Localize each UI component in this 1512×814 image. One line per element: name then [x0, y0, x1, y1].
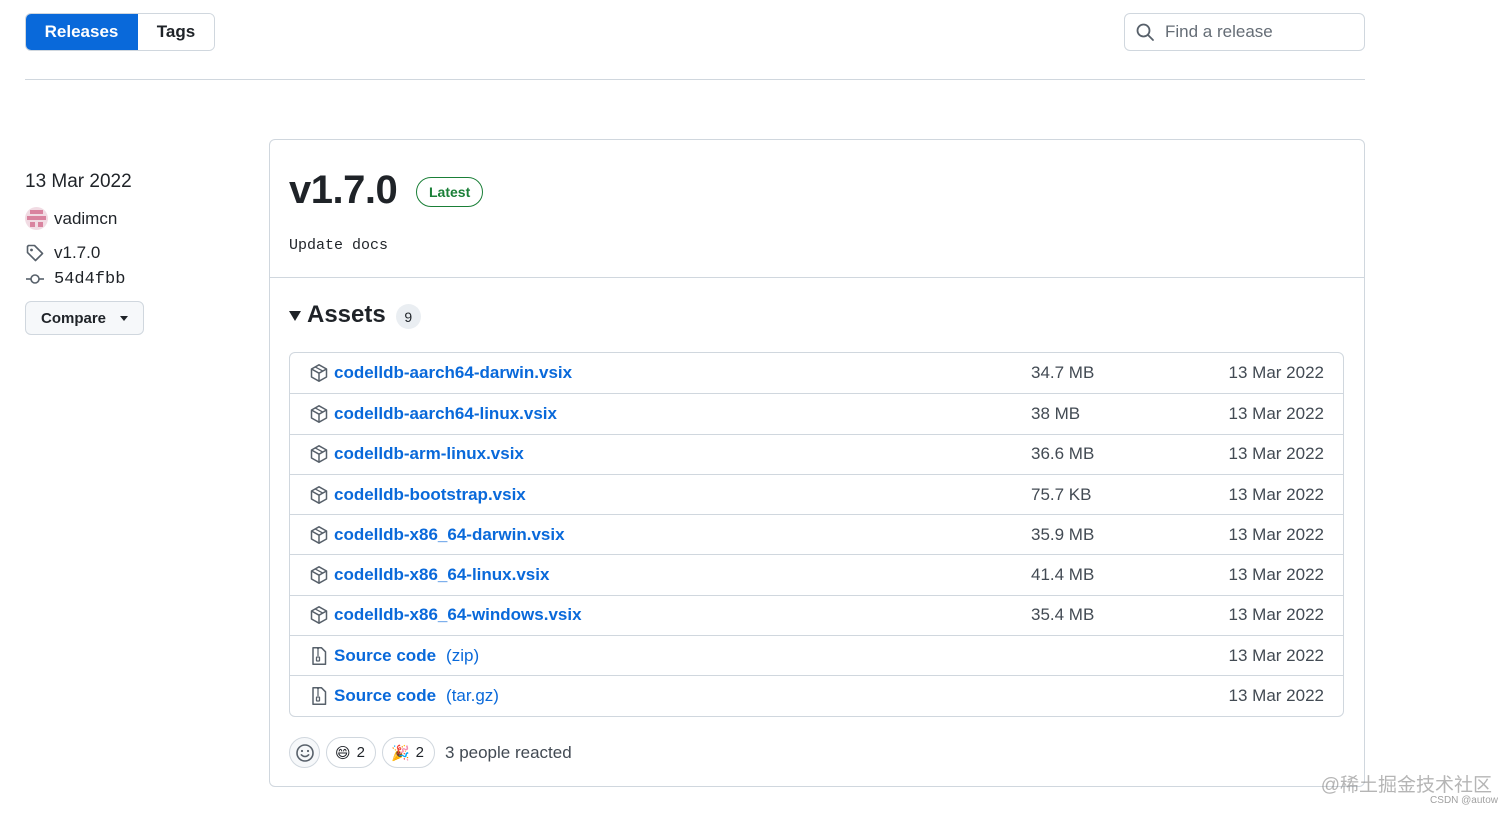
release-author[interactable]: vadimcn: [25, 207, 117, 230]
asset-date: 13 Mar 2022: [1228, 645, 1324, 665]
package-icon: [309, 525, 329, 545]
tag-icon: [26, 244, 44, 262]
tab-releases[interactable]: Releases: [26, 14, 138, 50]
asset-row: codelldb-aarch64-darwin.vsix 34.7 MB 13 Ma…: [290, 353, 1343, 393]
reaction-tada-button[interactable]: 🎉 2: [381, 737, 436, 768]
asset-size: 35.4 MB: [1031, 605, 1095, 625]
smiley-icon: [295, 743, 314, 762]
package-icon: [309, 444, 329, 464]
commit-icon: [26, 274, 44, 284]
tab-tags[interactable]: Tags: [138, 14, 214, 50]
asset-row: codelldb-bootstrap.vsix 75.7 KB 13 Mar 202…: [290, 473, 1343, 514]
asset-date: 13 Mar 2022: [1228, 363, 1324, 383]
package-icon: [309, 605, 329, 625]
file-zip-icon: [309, 686, 329, 706]
asset-row: codelldb-x86_64-windows.vsix 35.4 MB 13 Ma…: [290, 594, 1343, 635]
latest-badge: Latest: [416, 177, 484, 207]
package-icon: [309, 565, 329, 585]
package-icon: [309, 485, 329, 505]
asset-row: Source code (tar.gz) 13 Mar 2022: [290, 675, 1343, 715]
asset-download-link[interactable]: Source code: [334, 646, 436, 666]
assets-toggle[interactable]: Assets 9: [289, 300, 421, 329]
caret-down-icon: [289, 310, 301, 321]
asset-date: 13 Mar 2022: [1228, 524, 1324, 544]
file-zip-icon: [309, 646, 329, 666]
avatar[interactable]: [25, 207, 48, 230]
asset-date: 13 Mar 2022: [1228, 484, 1324, 504]
asset-row: codelldb-arm-linux.vsix 36.6 MB 13 Mar 202…: [290, 433, 1343, 474]
reaction-count: 2: [356, 744, 365, 761]
asset-download-link[interactable]: codelldb-arm-linux.vsix: [334, 444, 524, 464]
release-commit[interactable]: 54d4fbb: [25, 269, 125, 289]
asset-download-link[interactable]: codelldb-x86_64-windows.vsix: [334, 605, 582, 625]
release-card: v1.7.0 Latest Update docs Assets 9 codel…: [269, 139, 1365, 787]
reactions-bar: 😄 2 🎉 2 3 people reacted: [289, 737, 572, 768]
asset-download-link[interactable]: codelldb-x86_64-darwin.vsix: [334, 525, 565, 545]
assets-count-badge: 9: [395, 304, 421, 329]
asset-size: 34.7 MB: [1031, 363, 1095, 383]
header-divider: [25, 79, 1365, 80]
asset-format-label[interactable]: (zip): [446, 646, 479, 666]
release-tag[interactable]: v1.7.0: [25, 243, 100, 263]
search-icon: [1136, 23, 1154, 41]
asset-size: 38 MB: [1031, 403, 1081, 423]
release-tabs: Releases Tags: [25, 13, 215, 51]
author-name[interactable]: vadimcn: [54, 209, 117, 229]
asset-date: 13 Mar 2022: [1228, 686, 1324, 706]
release-title[interactable]: v1.7.0: [289, 168, 398, 213]
asset-row: Source code (zip) 13 Mar 2022: [290, 635, 1343, 675]
compare-label: Compare: [41, 309, 107, 327]
release-search[interactable]: [1124, 13, 1365, 51]
asset-size: 35.9 MB: [1031, 524, 1095, 544]
asset-download-link[interactable]: codelldb-aarch64-darwin.vsix: [334, 363, 572, 383]
asset-date: 13 Mar 2022: [1228, 565, 1324, 585]
reactions-summary[interactable]: 3 people reacted: [445, 743, 572, 763]
asset-download-link[interactable]: codelldb-aarch64-linux.vsix: [334, 404, 557, 424]
chevron-down-icon: [120, 315, 129, 321]
card-divider: [270, 277, 1364, 278]
commit-hash[interactable]: 54d4fbb: [54, 270, 125, 289]
release-date: 13 Mar 2022: [25, 171, 132, 192]
asset-date: 13 Mar 2022: [1228, 444, 1324, 464]
watermark-subtext: CSDN @autow: [1430, 795, 1498, 806]
asset-size: 75.7 KB: [1031, 484, 1092, 504]
asset-download-link[interactable]: Source code: [334, 686, 436, 706]
asset-date: 13 Mar 2022: [1228, 605, 1324, 625]
reaction-smile-button[interactable]: 😄 2: [326, 737, 376, 768]
asset-format-label[interactable]: (tar.gz): [446, 686, 499, 706]
assets-list: codelldb-aarch64-darwin.vsix 34.7 MB 13 Ma…: [289, 352, 1344, 717]
search-input[interactable]: [1165, 22, 1355, 42]
reaction-count: 2: [415, 744, 425, 761]
asset-size: 41.4 MB: [1031, 565, 1095, 585]
compare-button[interactable]: Compare: [25, 301, 144, 335]
asset-row: codelldb-x86_64-linux.vsix 41.4 MB 13 Mar …: [290, 554, 1343, 594]
tag-label[interactable]: v1.7.0: [54, 243, 100, 263]
asset-download-link[interactable]: codelldb-bootstrap.vsix: [334, 485, 526, 505]
package-icon: [309, 404, 329, 424]
release-notes: Update docs: [289, 237, 389, 254]
smile-emoji-icon: 😄: [335, 744, 351, 762]
watermark-text: @稀土掘金技术社区: [1320, 775, 1492, 796]
package-icon: [309, 363, 329, 383]
asset-row: codelldb-x86_64-darwin.vsix 35.9 MB 13 Mar…: [290, 514, 1343, 554]
assets-heading: Assets: [307, 300, 386, 328]
tada-emoji-icon: 🎉: [390, 744, 410, 762]
asset-download-link[interactable]: codelldb-x86_64-linux.vsix: [334, 565, 549, 585]
asset-date: 13 Mar 2022: [1228, 403, 1324, 423]
asset-size: 36.6 MB: [1031, 444, 1095, 464]
add-reaction-button[interactable]: [289, 737, 320, 768]
asset-row: codelldb-aarch64-linux.vsix 38 MB 13 Mar 2…: [290, 393, 1343, 433]
